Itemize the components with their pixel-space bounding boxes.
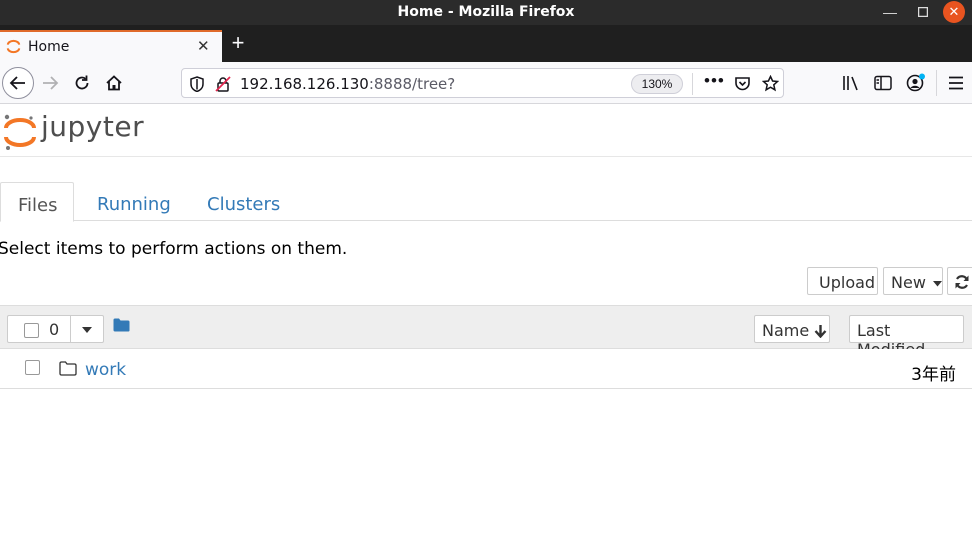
- window-title: Home - Mozilla Firefox: [397, 4, 575, 20]
- home-icon: [106, 75, 122, 91]
- close-tab-icon[interactable]: ✕: [197, 37, 210, 55]
- forward-arrow-icon: [43, 76, 59, 90]
- select-all-checkbox[interactable]: [24, 323, 39, 338]
- tracking-shield-icon[interactable]: [190, 76, 204, 92]
- back-button[interactable]: [2, 67, 34, 99]
- browser-tab-home[interactable]: Home ✕: [0, 30, 222, 62]
- file-list-row[interactable]: work 3年前: [0, 349, 972, 389]
- item-modified-time: 3年前: [911, 365, 956, 385]
- pocket-icon[interactable]: [734, 76, 751, 92]
- selection-control: 0: [7, 315, 104, 343]
- new-button-label: New: [891, 273, 926, 292]
- selection-dropdown-button[interactable]: [70, 315, 104, 343]
- jupyter-logo-text[interactable]: jupyter: [41, 110, 144, 143]
- refresh-icon: [955, 275, 969, 289]
- selection-hint-text: Select items to perform actions on them.: [0, 239, 348, 259]
- jupyter-favicon-icon: [6, 39, 21, 54]
- item-name-link[interactable]: work: [85, 360, 126, 380]
- selected-count: 0: [49, 320, 60, 339]
- url-bar[interactable]: 192.168.126.130:8888/tree? 130% •••: [181, 68, 784, 98]
- window-close-button[interactable]: ✕: [943, 1, 965, 23]
- new-tab-button[interactable]: +: [228, 32, 248, 54]
- page-actions-icon[interactable]: •••: [704, 71, 725, 91]
- jupyter-logo-icon[interactable]: [2, 112, 38, 152]
- urlbar-separator: [692, 73, 693, 95]
- caret-down-icon: [82, 327, 92, 333]
- toolbar-separator: [936, 70, 937, 96]
- navigation-toolbar: 192.168.126.130:8888/tree? 130% •••: [0, 62, 972, 104]
- url-path: :8888/tree?: [368, 75, 456, 93]
- folder-icon[interactable]: [113, 318, 130, 332]
- sort-by-last-modified-button[interactable]: Last Modified: [849, 315, 964, 359]
- minimize-button[interactable]: —: [880, 2, 900, 22]
- insecure-lock-icon[interactable]: [215, 76, 231, 92]
- browser-tab-label: Home: [28, 39, 70, 55]
- arrow-down-icon: [814, 325, 827, 339]
- sidebar-icon[interactable]: [874, 75, 892, 91]
- account-icon[interactable]: [906, 73, 926, 92]
- zoom-level-badge[interactable]: 130%: [631, 74, 683, 94]
- library-icon[interactable]: [842, 75, 860, 91]
- tab-running[interactable]: Running: [97, 182, 171, 221]
- reload-icon: [75, 75, 89, 90]
- forward-button[interactable]: [36, 69, 64, 97]
- tab-files[interactable]: Files: [0, 182, 74, 222]
- new-dropdown-button[interactable]: New: [883, 267, 943, 295]
- url-host: 192.168.126.130: [240, 75, 369, 93]
- select-all-button[interactable]: 0: [7, 315, 71, 343]
- file-list-header: 0 Name Last Modified: [0, 305, 972, 359]
- jupyter-header: jupyter: [0, 104, 972, 157]
- row-checkbox[interactable]: [25, 360, 40, 375]
- url-text[interactable]: 192.168.126.130:8888/tree?: [240, 75, 455, 93]
- tab-clusters[interactable]: Clusters: [207, 182, 280, 221]
- window-titlebar: Home - Mozilla Firefox — ✕: [0, 0, 972, 25]
- folder-icon: [59, 361, 77, 376]
- caret-down-icon: [933, 280, 942, 286]
- refresh-button[interactable]: [947, 267, 972, 295]
- reload-button[interactable]: [68, 69, 96, 97]
- upload-button[interactable]: Upload: [807, 267, 878, 295]
- sort-by-name-button[interactable]: Name: [754, 315, 830, 343]
- home-button[interactable]: [100, 69, 128, 97]
- back-arrow-icon: [9, 76, 25, 90]
- sort-by-name-label: Name: [762, 321, 810, 340]
- bookmark-star-icon[interactable]: [762, 75, 779, 92]
- hamburger-menu-icon[interactable]: [948, 76, 964, 90]
- maximize-button[interactable]: [913, 2, 933, 22]
- jupyter-tab-bar: Files Running Clusters: [0, 182, 972, 222]
- tab-strip: Home ✕ +: [0, 25, 972, 62]
